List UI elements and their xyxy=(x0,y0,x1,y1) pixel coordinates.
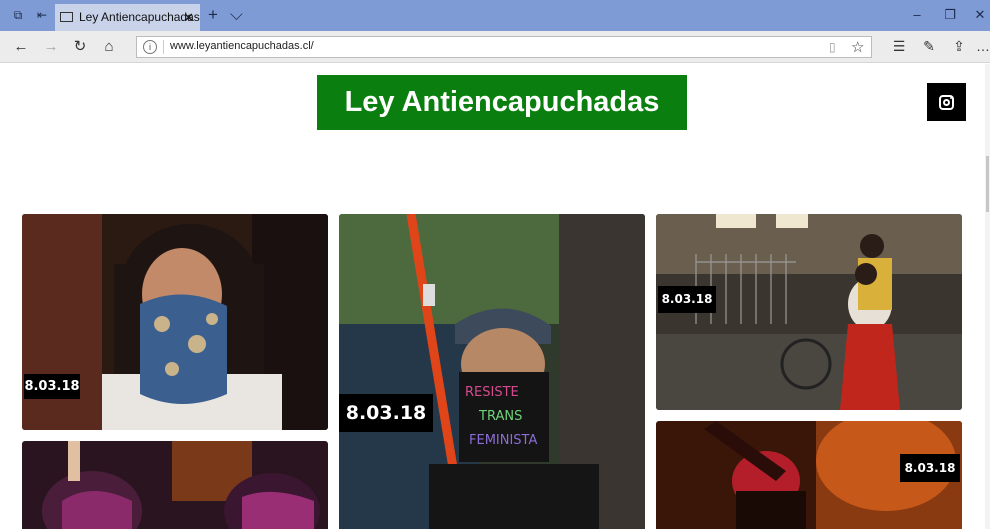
url-text[interactable]: www.leyantiencapuchadas.cl/ xyxy=(170,40,314,52)
pen-icon[interactable]: ✎ xyxy=(920,38,938,55)
gallery-card[interactable] xyxy=(22,441,328,529)
date-badge: 8.03.18 xyxy=(24,374,80,399)
close-window-button[interactable]: ✕ xyxy=(970,7,990,23)
share-icon[interactable]: ⇪ xyxy=(950,38,968,55)
home-icon[interactable]: ⌂ xyxy=(100,38,118,56)
gallery-photo xyxy=(22,441,328,529)
reading-view-icon[interactable]: ▯ xyxy=(829,40,836,54)
page-icon xyxy=(60,12,73,22)
address-separator xyxy=(163,40,164,54)
date-badge: 8.03.18 xyxy=(658,286,716,313)
instagram-icon[interactable] xyxy=(927,83,966,121)
browser-tab[interactable]: Ley Antiencapuchadas / ✕ xyxy=(55,4,200,31)
gallery-card[interactable]: 8.03.18 xyxy=(656,214,962,410)
gallery-card[interactable]: RESISTE TRANS FEMINISTA 8.03.18 xyxy=(339,214,645,529)
address-bar[interactable]: i www.leyantiencapuchadas.cl/ ▯ ☆ xyxy=(136,36,872,58)
date-badge: 8.03.18 xyxy=(339,394,433,432)
more-icon[interactable]: … xyxy=(974,38,990,54)
back-icon[interactable]: ← xyxy=(12,38,30,56)
svg-text:TRANS: TRANS xyxy=(478,409,522,424)
gallery-card[interactable]: 8.03.18 xyxy=(656,421,962,529)
scrollbar-thumb[interactable] xyxy=(986,156,989,212)
gallery-card[interactable]: 8.03.18 xyxy=(22,214,328,430)
forward-icon[interactable]: → xyxy=(42,38,60,56)
tab-menu-button[interactable]: ⌵ xyxy=(230,6,243,24)
web-page: Ley Antiencapuchadas 8.03.18 RESISTE TRA… xyxy=(0,64,990,529)
favorites-hub-icon[interactable]: ☰ xyxy=(890,38,908,55)
browser-navbar: ← → ↻ ⌂ i www.leyantiencapuchadas.cl/ ▯ … xyxy=(0,31,990,63)
tab-close-icon[interactable]: ✕ xyxy=(183,4,194,31)
favorite-star-icon[interactable]: ☆ xyxy=(851,38,864,56)
new-tab-button[interactable]: + xyxy=(208,6,218,24)
site-logo[interactable]: Ley Antiencapuchadas xyxy=(317,75,687,130)
page-scrollbar[interactable] xyxy=(985,64,990,529)
minimize-button[interactable]: – xyxy=(907,7,927,22)
date-badge: 8.03.18 xyxy=(900,454,960,482)
tab-title: Ley Antiencapuchadas / xyxy=(79,10,200,24)
set-aside-icon[interactable]: ⇤ xyxy=(34,7,50,23)
browser-titlebar: ⧉ ⇤ Ley Antiencapuchadas / ✕ + ⌵ – ❐ ✕ xyxy=(0,0,990,31)
site-info-icon[interactable]: i xyxy=(143,40,157,54)
refresh-icon[interactable]: ↻ xyxy=(71,38,89,56)
svg-text:RESISTE: RESISTE xyxy=(465,385,519,400)
tab-preview-icon[interactable]: ⧉ xyxy=(10,7,26,23)
svg-text:FEMINISTA: FEMINISTA xyxy=(469,433,537,448)
gallery-photo: RESISTE TRANS FEMINISTA xyxy=(339,214,645,529)
restore-button[interactable]: ❐ xyxy=(940,7,960,23)
